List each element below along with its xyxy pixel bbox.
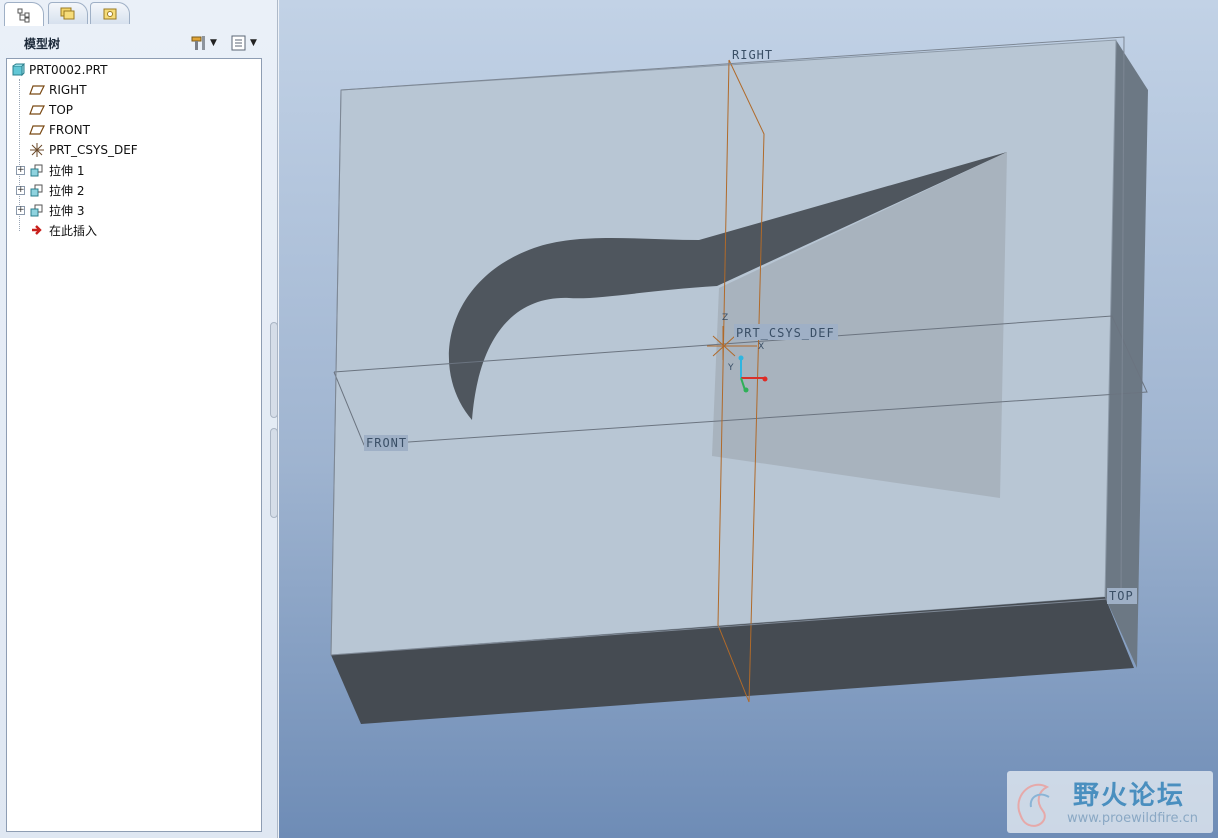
tree-item-label: PRT_CSYS_DEF [49, 143, 138, 157]
folder-stack-icon [60, 7, 75, 19]
right-plane-label: RIGHT [732, 48, 773, 62]
show-button[interactable]: ▼ [230, 32, 262, 54]
settings-button[interactable]: ▼ [190, 32, 222, 54]
tools-icon [191, 36, 205, 50]
model-tree-title: 模型树 [24, 37, 61, 51]
extrude-icon [30, 164, 43, 177]
flame-logo-icon [1017, 783, 1050, 827]
tree-root-item[interactable]: PRT0002.PRT [11, 60, 261, 80]
datum-plane-icon [29, 105, 45, 115]
coordinate-system-icon [30, 143, 44, 157]
part-icon [12, 63, 25, 77]
front-plane-label: FRONT [366, 436, 407, 450]
model-tree-icon [17, 8, 30, 22]
list-icon [231, 35, 246, 51]
model-tree-header: 模型树 ▼ ▼ [6, 28, 270, 56]
top-plane-label: TOP [1109, 589, 1134, 603]
csys-label: PRT_CSYS_DEF [736, 326, 835, 340]
panel-splitter-handle[interactable] [270, 428, 278, 518]
tree-item-right[interactable]: RIGHT [29, 80, 279, 100]
expand-toggle[interactable]: + [16, 186, 25, 195]
tree-item-extrude-1[interactable]: 拉伸 1 [29, 160, 279, 180]
extrude-icon [30, 184, 43, 197]
navigator-panel: 模型树 ▼ ▼ PRT0002.PRT RIGHT TOP FRONT PRT_… [0, 0, 278, 838]
axis-x-label: X [758, 342, 764, 352]
tree-item-extrude-3[interactable]: 拉伸 3 [29, 200, 279, 220]
navigator-tabs [0, 0, 278, 26]
watermark-title: 野火论坛 [1073, 781, 1186, 811]
panel-splitter-handle[interactable] [270, 322, 278, 418]
tree-item-csys[interactable]: PRT_CSYS_DEF [29, 140, 279, 160]
expand-toggle[interactable]: + [16, 206, 25, 215]
tree-root-label: PRT0002.PRT [29, 63, 108, 77]
watermark-url: www.proewildfire.cn [1067, 811, 1198, 826]
tree-item-label: 拉伸 1 [49, 163, 85, 178]
expand-toggle[interactable]: + [16, 166, 25, 175]
model-tree-tab[interactable] [4, 2, 44, 26]
favorites-tab[interactable] [90, 2, 130, 24]
tree-item-top[interactable]: TOP [29, 100, 279, 120]
tree-item-front[interactable]: FRONT [29, 120, 279, 140]
tree-item-label: TOP [49, 103, 74, 117]
favorites-icon [103, 8, 117, 19]
tree-item-label: 拉伸 2 [49, 183, 85, 198]
tree-item-extrude-2[interactable]: 拉伸 2 [29, 180, 279, 200]
forum-watermark: 野火论坛 www.proewildfire.cn [1007, 771, 1213, 833]
model-tree: PRT0002.PRT RIGHT TOP FRONT PRT_CSYS_DEF… [6, 58, 262, 832]
axis-y-label: Y [727, 363, 734, 373]
tree-item-label: RIGHT [49, 83, 87, 97]
tree-item-insert-here[interactable]: 在此插入 [29, 220, 279, 240]
graphics-viewport[interactable]: RIGHT FRONT TOP PRT_CSYS_DEF Z X Y [279, 0, 1218, 838]
insert-here-arrow-icon [32, 225, 42, 235]
tree-item-label: 在此插入 [49, 223, 98, 238]
model-view: RIGHT FRONT TOP PRT_CSYS_DEF Z X Y [330, 36, 1148, 724]
datum-plane-icon [29, 125, 45, 135]
axis-z-label: Z [722, 313, 728, 323]
folder-browser-tab[interactable] [48, 2, 88, 24]
tree-item-label: FRONT [49, 123, 90, 137]
datum-plane-icon [29, 85, 45, 95]
extrude-icon [30, 204, 43, 217]
tree-item-label: 拉伸 3 [49, 203, 85, 218]
